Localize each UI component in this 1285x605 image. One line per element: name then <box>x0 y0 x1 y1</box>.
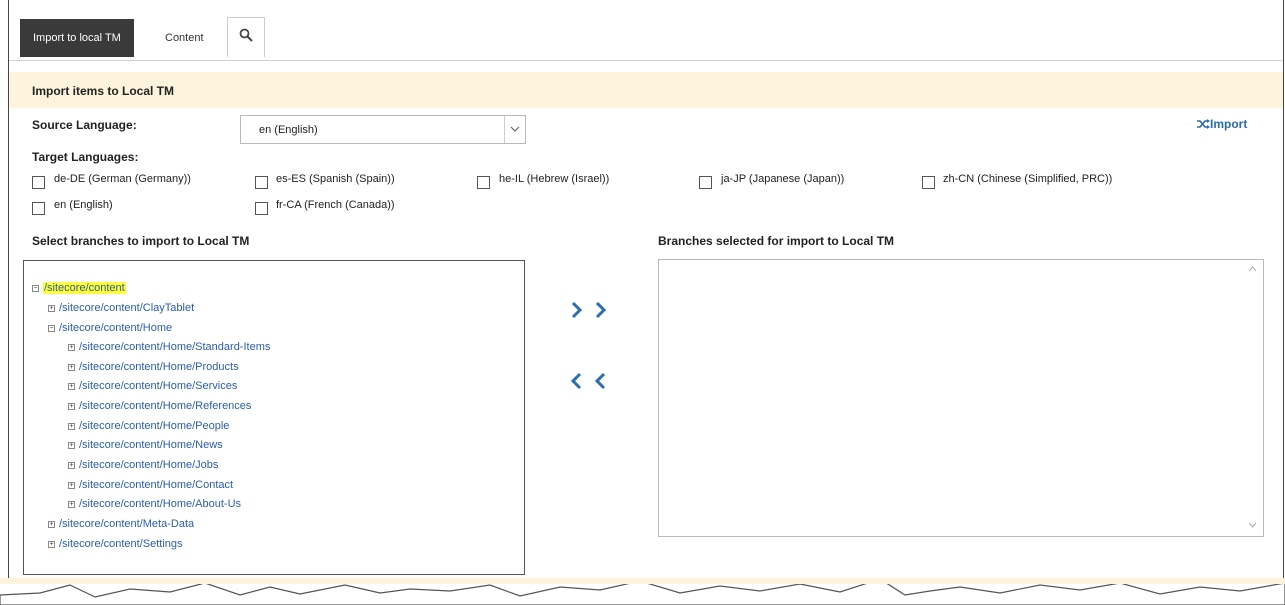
checkbox-label-es-es: es-ES (Spanish (Spain)) <box>276 173 395 185</box>
import-panel: Import to local TM Content Import items … <box>8 0 1284 596</box>
expand-icon[interactable]: + <box>68 482 75 489</box>
checkbox-label-en: en (English) <box>54 199 113 211</box>
checkbox-de-de[interactable] <box>32 176 45 189</box>
double-chevron-left-icon <box>570 372 606 390</box>
tree-node[interactable]: +/sitecore/content/Settings <box>48 538 183 550</box>
expand-icon[interactable]: + <box>68 383 75 390</box>
torn-edge <box>0 578 1285 605</box>
expand-icon[interactable]: + <box>68 462 75 469</box>
checkbox-label-ja-jp: ja-JP (Japanese (Japan)) <box>721 173 845 185</box>
tree-node[interactable]: +/sitecore/content/Home/About-Us <box>68 498 241 510</box>
expand-icon[interactable]: + <box>68 344 75 351</box>
import-button[interactable]: Import <box>1197 117 1247 131</box>
section-header: Import items to Local TM <box>9 72 1283 108</box>
expand-icon[interactable]: + <box>48 541 55 548</box>
checkbox-he-il[interactable] <box>477 176 490 189</box>
tab-import-to-local-tm[interactable]: Import to local TM <box>20 19 134 57</box>
source-language-value: en (English) <box>259 124 318 136</box>
expand-icon[interactable]: + <box>68 423 75 430</box>
search-icon <box>239 28 253 42</box>
branch-tree[interactable]: −/sitecore/content +/sitecore/content/Cl… <box>23 260 525 575</box>
collapse-icon[interactable]: − <box>48 325 55 332</box>
select-branches-label: Select branches to import to Local TM <box>32 234 250 248</box>
tree-node[interactable]: +/sitecore/content/Home/Jobs <box>68 459 218 471</box>
tree-node[interactable]: +/sitecore/content/Home/Contact <box>68 479 233 491</box>
tab-bar: Import to local TM Content <box>9 0 1283 61</box>
selected-branches-list[interactable] <box>658 259 1264 537</box>
add-selected-button[interactable] <box>569 300 613 326</box>
collapse-icon[interactable]: − <box>32 285 39 292</box>
tab-search[interactable] <box>227 17 265 57</box>
expand-icon[interactable]: + <box>48 521 55 528</box>
double-chevron-right-icon <box>571 301 607 319</box>
tree-node[interactable]: +/sitecore/content/Meta-Data <box>48 518 194 530</box>
shuffle-icon <box>1197 119 1210 129</box>
source-language-label: Source Language: <box>32 118 137 132</box>
section-title: Import items to Local TM <box>32 84 175 98</box>
checkbox-zh-cn[interactable] <box>922 176 935 189</box>
scroll-down-icon[interactable] <box>1248 520 1257 530</box>
checkbox-es-es[interactable] <box>255 176 268 189</box>
scroll-up-icon[interactable] <box>1248 264 1257 274</box>
tab-content[interactable]: Content <box>152 19 217 57</box>
checkbox-en[interactable] <box>32 202 45 215</box>
tree-node[interactable]: −/sitecore/content/Home <box>48 322 172 334</box>
expand-icon[interactable]: + <box>68 403 75 410</box>
tree-node[interactable]: +/sitecore/content/Home/References <box>68 400 251 412</box>
import-label: Import <box>1210 117 1248 131</box>
checkbox-label-de-de: de-DE (German (Germany)) <box>54 173 191 185</box>
remove-selected-button[interactable] <box>569 371 613 397</box>
checkbox-fr-ca[interactable] <box>255 202 268 215</box>
tree-node[interactable]: +/sitecore/content/Home/People <box>68 420 229 432</box>
expand-icon[interactable]: + <box>68 364 75 371</box>
source-language-select[interactable]: en (English) <box>240 115 526 144</box>
expand-icon[interactable]: + <box>68 442 75 449</box>
tree-node[interactable]: +/sitecore/content/Home/Products <box>68 361 239 373</box>
checkbox-label-he-il: he-IL (Hebrew (Israel)) <box>499 173 610 185</box>
tree-node[interactable]: +/sitecore/content/Home/News <box>68 439 223 451</box>
expand-icon[interactable]: + <box>68 501 75 508</box>
selected-branches-label: Branches selected for import to Local TM <box>658 234 895 248</box>
expand-icon[interactable]: + <box>48 305 55 312</box>
tree-node[interactable]: +/sitecore/content/ClayTablet <box>48 302 194 314</box>
chevron-down-icon <box>504 116 525 143</box>
checkbox-label-zh-cn: zh-CN (Chinese (Simplified, PRC)) <box>943 173 1113 185</box>
target-languages-label: Target Languages: <box>32 150 139 164</box>
checkbox-ja-jp[interactable] <box>699 176 712 189</box>
tree-node[interactable]: +/sitecore/content/Home/Standard-Items <box>68 341 270 353</box>
tree-node[interactable]: +/sitecore/content/Home/Services <box>68 380 237 392</box>
checkbox-label-fr-ca: fr-CA (French (Canada)) <box>276 199 395 211</box>
tree-node[interactable]: −/sitecore/content <box>32 282 126 294</box>
